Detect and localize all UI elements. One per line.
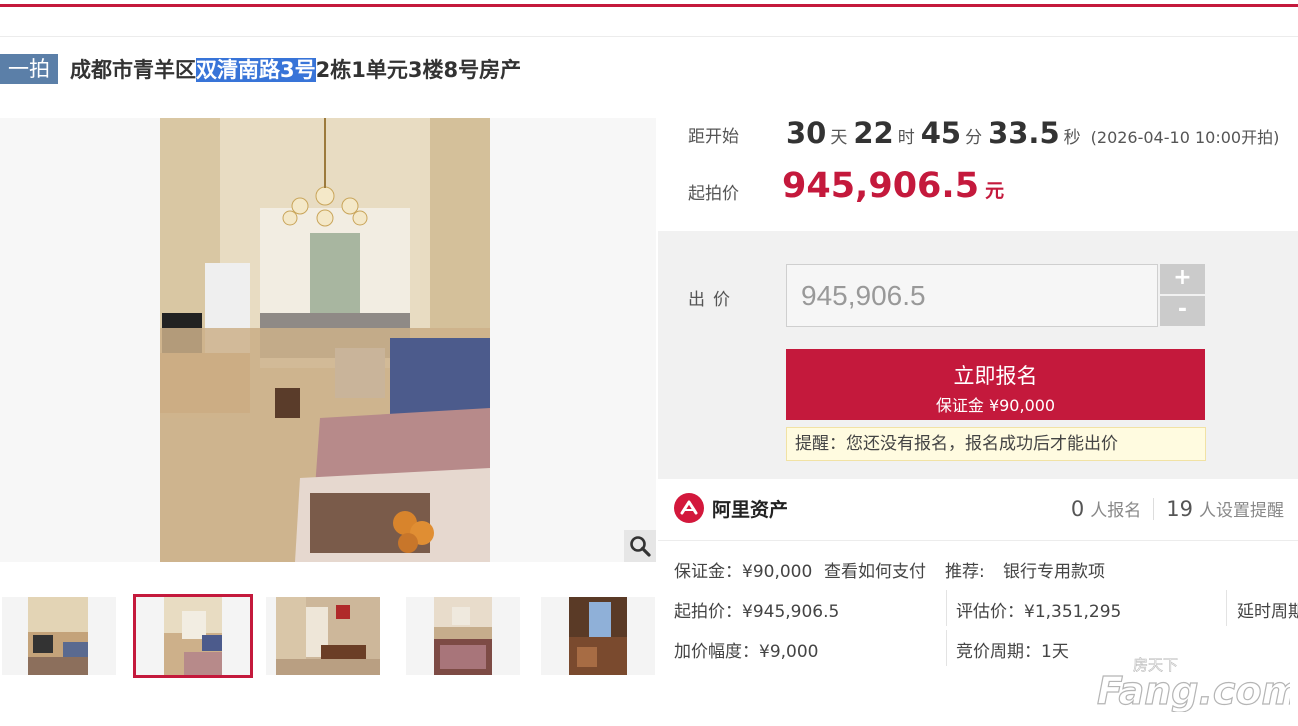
fang-watermark-graphic: 房天下 Fang.com — [1096, 656, 1298, 714]
deposit-info: 保证金：¥90,000 — [674, 562, 813, 582]
thumbnail-2-image — [164, 597, 222, 675]
thumbnail-5-image — [569, 597, 627, 675]
countdown-days-unit: 天 — [830, 128, 848, 148]
bid-label: 出价 — [688, 290, 738, 310]
auction-start-time: (2026-04-10 10:00开拍) — [1090, 128, 1280, 147]
ali-assets-logo-mark — [680, 500, 698, 515]
title-suffix: 2栋1单元3楼8号房产 — [315, 58, 522, 82]
info-divider-2 — [1226, 590, 1227, 626]
signup-count: 0 — [1070, 497, 1085, 521]
info-divider-1 — [946, 590, 947, 626]
appraisal-info: 评估价：¥1,351,295 — [956, 602, 1122, 622]
countdown-label: 距开始 — [688, 127, 739, 147]
watermark-line2: Fang.com — [1097, 669, 1290, 712]
room-photo-illustration — [160, 118, 490, 562]
countdown-seconds: 33.5 — [988, 116, 1060, 150]
register-now-button[interactable]: 立即报名 保证金 ¥90,000 — [786, 349, 1205, 420]
countdown-hours: 22 — [853, 116, 894, 150]
bidding-cycle-info: 竞价周期：1天 — [956, 642, 1069, 662]
start-price-unit: 元 — [985, 180, 1005, 202]
title-row: 一拍 成都市青羊区双清南路3号2栋1单元3楼8号房产 — [0, 52, 521, 86]
reminder-count-label: 人设置提醒 — [1199, 501, 1284, 521]
info-divider-3 — [946, 630, 947, 666]
register-now-label: 立即报名 — [953, 364, 1038, 388]
platform-row: 阿里资产 0 人报名 19 人设置提醒 — [658, 479, 1298, 541]
title-prefix: 成都市青羊区 — [70, 58, 196, 82]
auction-round-tag: 一拍 — [0, 54, 58, 84]
countdown-minutes-unit: 分 — [965, 128, 983, 148]
how-to-pay-link[interactable]: 查看如何支付 — [824, 557, 926, 582]
thumbnail-2[interactable] — [133, 594, 253, 678]
countdown-seconds-unit: 秒 — [1063, 128, 1081, 148]
thumbnail-strip — [0, 594, 656, 678]
platform-stats: 0 人报名 19 人设置提醒 — [1071, 496, 1284, 521]
start-price-label: 起拍价 — [688, 184, 739, 204]
main-photo[interactable] — [160, 118, 490, 562]
fang-watermark: 房天下 Fang.com — [1095, 652, 1298, 714]
increment-info: 加价幅度：¥9,000 — [674, 642, 819, 662]
decrease-bid-button[interactable]: - — [1160, 296, 1205, 326]
thumbnail-1[interactable] — [2, 597, 116, 675]
signup-count-label: 人报名 — [1090, 501, 1142, 521]
deposit-amount: 保证金 ¥90,000 — [935, 396, 1056, 415]
bank-account-link[interactable]: 银行专用款项 — [1003, 557, 1105, 582]
ali-assets-logo-icon — [674, 493, 704, 523]
register-reminder: 提醒：您还没有报名，报名成功后才能出价 — [786, 427, 1206, 461]
countdown-hours-unit: 时 — [897, 128, 915, 148]
page-title: 成都市青羊区双清南路3号2栋1单元3楼8号房产 — [70, 54, 521, 84]
thumbnail-5[interactable] — [541, 597, 655, 675]
increase-bid-button[interactable]: + — [1160, 264, 1205, 294]
recommend-label: 推荐: — [945, 562, 985, 582]
header-divider — [0, 36, 1298, 37]
start-price: 945,906.5 元 — [782, 166, 1004, 206]
thumbnail-3[interactable] — [266, 597, 380, 675]
zoom-button[interactable] — [624, 530, 656, 562]
platform-name: 阿里资产 — [712, 499, 789, 521]
thumbnail-4-image — [434, 597, 492, 675]
bid-amount-input[interactable]: 945,906.5 — [786, 264, 1158, 327]
start-price-info: 起拍价：¥945,906.5 — [674, 602, 840, 622]
main-image-viewer[interactable] — [0, 118, 656, 562]
thumbnail-3-image — [276, 597, 380, 675]
magnifier-icon — [630, 536, 651, 557]
title-highlight: 双清南路3号 — [196, 58, 316, 82]
thumbnail-4[interactable] — [406, 597, 520, 675]
top-accent-line — [0, 4, 1298, 7]
thumbnail-1-image — [28, 597, 88, 675]
countdown-days: 30 — [786, 116, 827, 150]
bid-panel: 出价 945,906.5 + - 立即报名 保证金 ¥90,000 提醒：您还没… — [658, 231, 1298, 479]
stats-divider — [1153, 497, 1155, 520]
delay-period-info: 延时周期 — [1237, 602, 1298, 622]
countdown-timer: 30 天 22 时 45 分 33.5 秒 (2026-04-10 10:00开… — [786, 116, 1279, 150]
start-price-value: 945,906.5 — [782, 166, 980, 206]
reminder-count: 19 — [1166, 497, 1193, 521]
countdown-minutes: 45 — [920, 116, 962, 150]
